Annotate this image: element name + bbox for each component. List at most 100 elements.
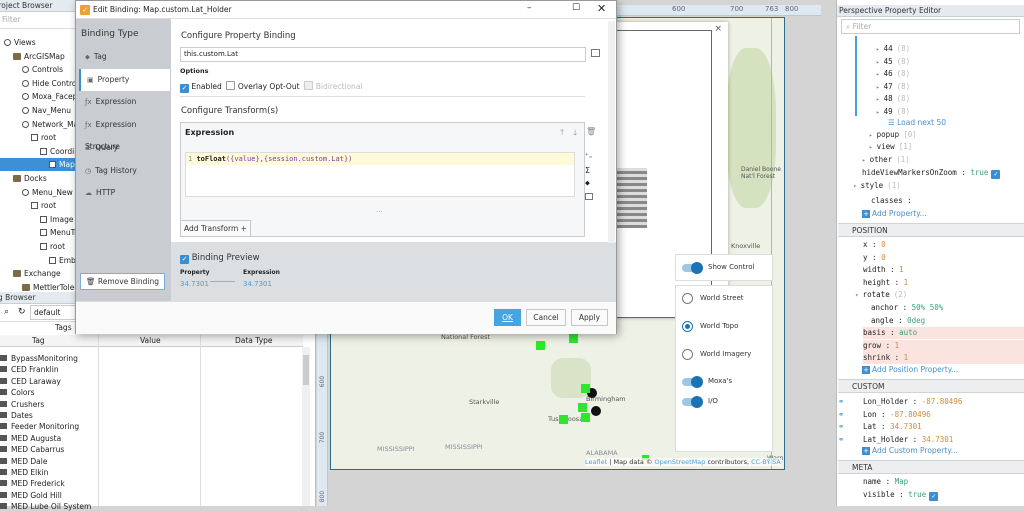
insert-tag-icon[interactable]: ⬥	[585, 179, 590, 188]
binding-type-query[interactable]: ☰ Query	[79, 137, 170, 159]
property-row[interactable]: width : 1	[863, 264, 904, 276]
property-row[interactable]: angle : 0deg	[871, 315, 925, 327]
binding-type-http[interactable]: ☁ HTTP	[79, 182, 170, 204]
property-row[interactable]: visible : true ✓	[863, 489, 939, 501]
property-value[interactable]: 1	[899, 265, 904, 274]
property-row[interactable]: height : 1	[863, 277, 908, 289]
meta-section[interactable]: META	[838, 460, 1024, 474]
map-marker[interactable]	[581, 384, 590, 393]
minimize-button[interactable]: –	[527, 3, 532, 13]
tag-row[interactable]: CED Franklin	[0, 364, 59, 375]
property-value[interactable]: auto	[899, 328, 917, 337]
property-value[interactable]: 1	[904, 278, 909, 287]
map-marker[interactable]	[569, 334, 578, 343]
property-path-input[interactable]: this.custom.Lat	[180, 47, 586, 62]
property-value[interactable]: 0	[881, 240, 886, 249]
property-row[interactable]: ▾ rotate (2)	[855, 289, 907, 301]
property-row[interactable]: ▸ other (1)	[862, 154, 910, 166]
column-tag[interactable]: Tag	[32, 335, 45, 347]
property-value[interactable]: Map	[895, 477, 909, 486]
property-row[interactable]: y : 0	[863, 252, 886, 264]
property-value[interactable]: 0	[881, 253, 886, 262]
expand-arrow-icon[interactable]: ▸	[876, 59, 880, 66]
tag-row[interactable]: MED Elkin	[0, 467, 48, 478]
property-row[interactable]: Lon : -87.80496 ⚭	[838, 409, 931, 421]
property-row[interactable]: basis : auto	[863, 327, 1024, 339]
property-value[interactable]: -87.80496	[922, 397, 963, 406]
close-button[interactable]: ✕	[597, 2, 606, 15]
tag-scrollbar[interactable]	[302, 347, 310, 506]
property-row[interactable]: classes :	[871, 195, 912, 207]
basemap-world-imagery-radio[interactable]	[682, 349, 693, 360]
value-checkbox[interactable]: ✓	[991, 170, 1001, 179]
tag-row[interactable]: Dates	[0, 410, 33, 421]
expand-arrow-icon[interactable]: ▸	[876, 71, 880, 78]
column-value[interactable]: Value	[140, 335, 161, 347]
custom-section[interactable]: CUSTOM	[838, 379, 1024, 393]
basemap-world-topo-radio[interactable]	[682, 321, 693, 332]
tag-row[interactable]: MED Augusta	[0, 433, 61, 444]
property-value[interactable]: -87.80496	[890, 410, 931, 419]
property-row[interactable]: ▸ view [1]	[869, 141, 912, 153]
binding-type-tag[interactable]: ⬥ Tag	[79, 46, 170, 68]
refresh-icon[interactable]: ↻	[18, 307, 26, 317]
expand-arrow-icon[interactable]: ▸	[876, 96, 880, 103]
expand-arrow-icon[interactable]: ▸	[862, 157, 866, 164]
property-value[interactable]: 1	[904, 353, 909, 362]
map-marker[interactable]	[581, 413, 590, 422]
tag-row[interactable]: MED Frederick	[0, 478, 65, 489]
overlay-opt-out-checkbox[interactable]	[226, 81, 236, 90]
property-row[interactable]: ▸ 46 (8)	[876, 68, 910, 80]
basemap-world-imagery-label[interactable]: World Imagery	[700, 350, 751, 358]
property-row[interactable]: ▸ popup [0]	[869, 129, 917, 141]
expression-editor[interactable]: 1 toFloat({value},{session.custom.Lat})	[185, 152, 575, 197]
binding-link-icon[interactable]: ⚭	[838, 421, 844, 433]
property-row[interactable]: shrink : 1	[863, 352, 1024, 364]
property-row[interactable]: ▾ style (1)	[853, 180, 901, 192]
property-browse-icon[interactable]	[591, 49, 600, 57]
tag-row[interactable]: MED Cabarrus	[0, 444, 64, 455]
expand-arrow-icon[interactable]: ▸	[876, 46, 880, 53]
content-scrollbar[interactable]	[608, 21, 615, 243]
add-position-property-button[interactable]: + Add Position Property...	[862, 364, 958, 376]
value-checkbox[interactable]: ✓	[929, 491, 939, 501]
map-marker[interactable]	[578, 403, 587, 412]
property-value[interactable]: 1	[895, 341, 900, 350]
expand-arrow-icon[interactable]: ▸	[876, 109, 880, 116]
property-row[interactable]: ▸ 45 (8)	[876, 56, 910, 68]
expand-arrow-icon[interactable]: ▾	[855, 292, 859, 299]
insert-operator-icon[interactable]: ⁺₌	[585, 152, 592, 160]
move-down-icon[interactable]: 🡓	[573, 127, 577, 141]
property-value[interactable]: 34.7301	[890, 422, 922, 431]
ok-button[interactable]: OK	[494, 309, 521, 326]
property-row[interactable]: ▸ 49 (8)	[876, 106, 910, 118]
maximize-button[interactable]: ☐	[572, 3, 580, 13]
expand-arrow-icon[interactable]: ▸	[869, 132, 873, 139]
tag-row[interactable]: Feeder Monitoring	[0, 421, 79, 432]
property-row[interactable]: x : 0	[863, 239, 886, 251]
leaflet-link[interactable]: Leaflet	[585, 458, 607, 466]
cancel-button[interactable]: Cancel	[526, 309, 566, 326]
load-next-button[interactable]: ☰ Load next 50	[888, 117, 946, 129]
property-value[interactable]: true	[908, 490, 926, 499]
binding-type-tag-history[interactable]: ◷ Tag History	[79, 160, 170, 182]
property-value[interactable]: 34.7301	[922, 435, 954, 444]
property-row[interactable]: ▸ 44 (8)	[876, 43, 910, 55]
enabled-checkbox[interactable]: ✓	[180, 84, 189, 93]
overlay-opt-out-label[interactable]: Overlay Opt-Out	[238, 82, 300, 91]
property-row[interactable]: hideViewMarkersOnZoom : true ✓	[862, 167, 1001, 179]
property-value[interactable]: 50% 50%	[912, 303, 944, 312]
popup-close-icon[interactable]: ×	[714, 24, 722, 34]
map-marker[interactable]	[559, 415, 568, 424]
property-row[interactable]: name : Map	[863, 476, 908, 488]
osm-link[interactable]: OpenStreetMap	[655, 458, 706, 466]
binding-type-expression-structure[interactable]: ƒx Expression Structure	[79, 114, 170, 151]
property-row[interactable]: grow : 1	[863, 339, 1024, 352]
binding-link-icon[interactable]: ⚭	[838, 409, 844, 421]
tag-row[interactable]: Colors	[0, 387, 35, 398]
property-filter-input[interactable]: ⌕ Filter	[841, 19, 1020, 34]
expand-arrow-icon[interactable]: ▸	[876, 84, 880, 91]
tag-row[interactable]: Crushers	[0, 399, 44, 410]
binding-type-property[interactable]: ▣ Property	[79, 68, 170, 91]
tags-tab[interactable]: Tags	[55, 323, 72, 332]
